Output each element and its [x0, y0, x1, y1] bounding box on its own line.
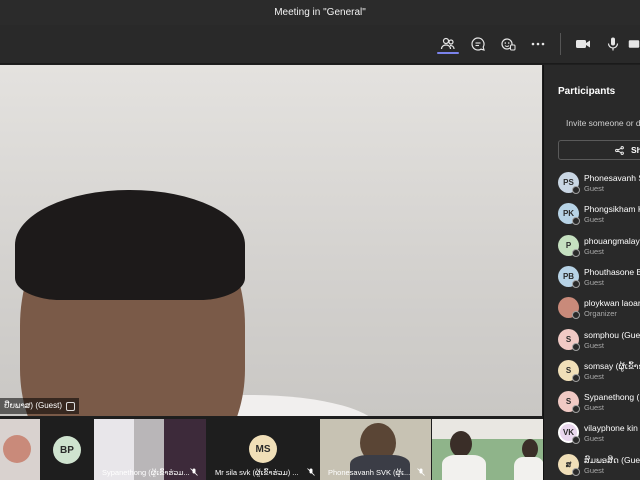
participant-body [442, 455, 486, 480]
participant-name: somphou (Gue [584, 329, 640, 340]
participant-name: ploykwan laoar [584, 298, 640, 309]
participant-row[interactable]: VK vilayphone kin Guest [558, 422, 640, 448]
main-video-name: ຢື່ຍພາສ) (Guest) [4, 401, 62, 410]
react-button[interactable] [497, 33, 519, 55]
participant-role: Guest [584, 184, 605, 193]
room-ceiling [432, 419, 543, 439]
tile-name-mr-sila: Mr sila svk (ຜູ້ເຂົ້າຮ່ວມ) ... [215, 468, 299, 477]
participant-role: Guest [584, 246, 605, 256]
tile-photo-participant[interactable] [0, 419, 40, 480]
participant-name: somsay (ຜູ້ເຂົ້າຮ່ວມ [584, 360, 640, 371]
tile-room-video[interactable] [432, 419, 543, 480]
mic-button[interactable] [602, 33, 624, 55]
presence-status-icon [572, 467, 580, 476]
participant-role: Guest [584, 434, 605, 444]
presence-status-icon [572, 436, 580, 445]
invite-text: Invite someone or d [566, 118, 640, 128]
tile-phonesavanh[interactable]: Phonesavanh SVK (ຜູ້ເ... [320, 419, 431, 480]
window-title: Meeting in "General" [274, 7, 366, 18]
mic-icon [607, 37, 619, 51]
camera-button[interactable] [572, 33, 594, 55]
presence-status-icon [572, 248, 580, 257]
react-icon [501, 38, 516, 51]
tile-avatar-ms: MS [249, 435, 277, 463]
tile-mr-sila[interactable]: MS Mr sila svk (ຜູ້ເຂົ້າຮ່ວມ) ... [207, 419, 319, 480]
muted-mic-icon [417, 468, 425, 476]
participant-name: phouangmalay [584, 235, 640, 246]
participant-row[interactable]: Pphouangmalay Guest [558, 234, 640, 261]
tile-sypanethong[interactable]: Sypanethong (ຜູ້ເຂົ້າຮ່ວມ... [94, 419, 206, 480]
second-participant-head [522, 439, 538, 459]
participant-name: Phongsikham K [584, 204, 640, 215]
presence-status-icon [572, 342, 580, 351]
presence-status-icon [572, 373, 580, 382]
participant-name: Phouthasone B [584, 266, 640, 277]
tile-bp[interactable]: BP [41, 419, 93, 480]
participant-row[interactable]: ສສົມພອສິດ (Gues Guest [558, 453, 640, 480]
main-video-feed[interactable] [0, 65, 542, 416]
share-icon [615, 146, 624, 155]
tile-name-phonesavanh: Phonesavanh SVK (ຜູ້ເ... [328, 468, 411, 477]
presence-status-icon [572, 186, 580, 194]
share-tray-button[interactable] [628, 33, 640, 55]
share-invite-button[interactable]: Sh [558, 140, 640, 160]
participant-role: Guest [584, 371, 605, 381]
participant-head [450, 431, 472, 457]
video-strip: BP Sypanethong (ຜູ້ເຂົ້າຮ່ວມ... MS Mr si… [0, 417, 543, 480]
participants-panel: Participants Invite someone or d Sh PSPh… [543, 65, 640, 480]
participant-role: Guest [584, 340, 605, 350]
people-icon [440, 37, 455, 50]
participant-row[interactable]: Ssomphou (Gue Guest [558, 328, 640, 355]
share-tray-icon [628, 40, 640, 48]
camera-icon [576, 40, 590, 48]
presence-status-icon [572, 217, 580, 226]
participant-row[interactable]: PS Phonesavanh S Guest [558, 172, 640, 198]
participant-name: Sypanethong ( [584, 392, 640, 403]
participant-role: Guest [584, 465, 605, 475]
toolbar-divider [560, 33, 561, 55]
presence-status-icon [572, 405, 580, 414]
panel-title: Participants [558, 86, 616, 97]
more-options-button[interactable] [527, 33, 549, 55]
participant-role: Organizer [584, 309, 617, 319]
participant-role: Guest [584, 277, 605, 287]
participant-name: Phonesavanh S [584, 173, 640, 183]
participant-name: vilayphone kin [584, 423, 638, 434]
participant-row[interactable]: ploykwan laoar Organizer [558, 297, 640, 323]
more-icon [531, 42, 545, 46]
active-tab-indicator [437, 52, 459, 54]
second-participant-body [514, 457, 543, 480]
participant-name: ສົມພອສິດ (Gues [584, 454, 640, 465]
main-video-name-tag: ຢື່ຍພາສ) (Guest) [0, 398, 79, 414]
participant-role: Guest [584, 215, 605, 225]
pin-icon [66, 401, 75, 411]
participant-row[interactable]: S Sypanethong (Guest [558, 391, 640, 417]
tile-avatar-bp: BP [53, 436, 81, 464]
speaker-hair [15, 190, 245, 300]
presence-status-icon [572, 279, 580, 288]
chat-button[interactable] [467, 33, 489, 55]
tile-name-sypanethong: Sypanethong (ຜູ້ເຂົ້າຮ່ວມ... [102, 468, 190, 477]
muted-mic-icon [307, 468, 315, 476]
presence-status-icon [572, 311, 580, 320]
participant-role: Guest [584, 403, 605, 413]
chat-icon [471, 37, 485, 51]
participant-row[interactable]: PK Phongsikham K Guest [558, 203, 640, 229]
muted-mic-icon [190, 468, 198, 476]
title-bar: Meeting in "General" [0, 0, 640, 25]
participant-row[interactable]: PB Phouthasone B Guest [558, 265, 640, 292]
share-label: Sh [631, 145, 640, 155]
participant-photo-avatar [3, 435, 31, 463]
participant-row[interactable]: Ssomsay (ຜູ້ເຂົ້າຮ່ວມGuest [558, 359, 640, 386]
